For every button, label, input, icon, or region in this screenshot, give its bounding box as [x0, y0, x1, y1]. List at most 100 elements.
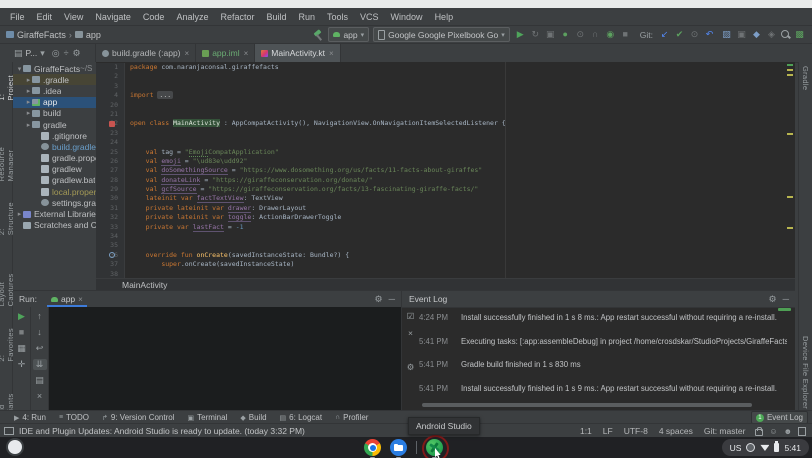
- git-update-button[interactable]: ↙: [658, 28, 671, 41]
- horizontal-scrollbar[interactable]: [422, 403, 752, 407]
- clear-all-events-icon[interactable]: ×: [408, 328, 413, 338]
- hide-panel-icon[interactable]: ─: [389, 294, 395, 305]
- tree-item-gradlew[interactable]: gradlew: [13, 164, 96, 175]
- error-stripe-mark[interactable]: [787, 74, 793, 76]
- breadcrumb-module[interactable]: app: [86, 30, 101, 40]
- mark-all-read-icon[interactable]: ☑: [407, 311, 415, 322]
- tree-item-idea[interactable]: ▸.idea: [13, 85, 96, 96]
- menu-item-code[interactable]: Code: [137, 12, 171, 22]
- scrollbar-thumb[interactable]: [778, 308, 791, 311]
- menu-item-vcs[interactable]: VCS: [354, 12, 385, 22]
- close-tab-icon[interactable]: ×: [78, 295, 83, 304]
- menu-item-view[interactable]: View: [58, 12, 89, 22]
- rerun-button[interactable]: ▶: [15, 311, 29, 322]
- event-log-settings-icon[interactable]: ⚙: [769, 294, 777, 305]
- project-tree[interactable]: ▾GiraffeFacts ~/S▸.gradle▸.idea▸app▸buil…: [13, 62, 96, 291]
- panel-settings-icon[interactable]: ⚙: [73, 48, 81, 59]
- git-rollback-button[interactable]: ↶: [703, 28, 716, 41]
- tree-item-giraffefacts[interactable]: ▾GiraffeFacts ~/S: [13, 63, 96, 74]
- close-tab-icon[interactable]: ×: [244, 49, 249, 58]
- run-console[interactable]: [49, 307, 401, 411]
- build-hammer-icon[interactable]: [312, 29, 324, 41]
- tree-item-gitignore[interactable]: .gitignore: [13, 130, 96, 141]
- tool-button-4-run[interactable]: ▶4: Run: [14, 413, 46, 422]
- git-history-button[interactable]: ⊙: [688, 28, 701, 41]
- attach-debugger-button[interactable]: ▣: [544, 28, 557, 41]
- menu-item-edit[interactable]: Edit: [31, 12, 59, 22]
- chevron-down-icon[interactable]: ▾: [40, 48, 45, 59]
- git-commit-button[interactable]: ✔: [673, 28, 686, 41]
- tree-item-local-properties[interactable]: local.properties: [13, 186, 96, 197]
- stop-button[interactable]: ■: [619, 28, 632, 41]
- tool-button-device-file-explorer[interactable]: Device File Explorer: [801, 336, 810, 409]
- tree-item-gradle-properties[interactable]: gradle.properties: [13, 153, 96, 164]
- editor-tab-build-gradle-app[interactable]: build.gradle (:app)×: [96, 44, 196, 62]
- run-config-select[interactable]: app ▾: [328, 27, 369, 42]
- tree-item-gradle[interactable]: ▸.gradle: [13, 74, 96, 85]
- menu-item-run[interactable]: Run: [293, 12, 322, 22]
- menu-item-help[interactable]: Help: [429, 12, 460, 22]
- tree-item-app[interactable]: ▸app: [13, 97, 96, 108]
- debug-button[interactable]: ●: [559, 28, 572, 41]
- tree-item-build-gradle[interactable]: build.gradle: [13, 141, 96, 152]
- memory-indicator-icon[interactable]: [798, 427, 806, 436]
- files-app-icon[interactable]: [390, 439, 407, 456]
- menu-item-refactor[interactable]: Refactor: [214, 12, 260, 22]
- soft-wrap-button[interactable]: ↩: [33, 343, 47, 354]
- highlight-level-icon[interactable]: ☺: [769, 427, 777, 436]
- system-tray[interactable]: US 5:41: [722, 439, 809, 456]
- status-4-spaces[interactable]: 4 spaces: [659, 426, 693, 436]
- device-select[interactable]: Google Google Pixelbook Go ▾: [373, 27, 510, 42]
- tool-button-gradle[interactable]: Gradle: [801, 66, 810, 90]
- tool-button-profiler[interactable]: ∩Profiler: [335, 413, 368, 422]
- menu-item-window[interactable]: Window: [385, 12, 429, 22]
- menu-item-file[interactable]: File: [4, 12, 31, 22]
- event-log-messages[interactable]: 4:24 PMInstall successfully finished in …: [419, 313, 787, 407]
- hide-event-log-icon[interactable]: ─: [783, 294, 789, 305]
- status-utf-8[interactable]: UTF-8: [624, 426, 648, 436]
- tool-button-6-logcat[interactable]: ▤6: Logcat: [280, 413, 323, 422]
- error-stripe-mark[interactable]: [787, 69, 793, 71]
- avd-manager-icon[interactable]: ◈: [765, 28, 778, 41]
- tool-button-build[interactable]: ◆Build: [240, 413, 266, 422]
- collapse-all-icon[interactable]: ÷: [64, 48, 69, 59]
- status-git-master[interactable]: Git: master: [704, 426, 746, 436]
- locate-file-icon[interactable]: ◎: [52, 48, 60, 59]
- tool-button-terminal[interactable]: ▣Terminal: [188, 413, 228, 422]
- print-button[interactable]: ▤: [33, 375, 47, 386]
- window-layout-icon[interactable]: ▨: [720, 28, 733, 41]
- search-everywhere-button[interactable]: [780, 29, 791, 40]
- device-file-explorer-icon[interactable]: ▣: [735, 28, 748, 41]
- breadcrumb-class[interactable]: MainActivity: [122, 280, 167, 290]
- down-stack-trace-button[interactable]: ↓: [33, 327, 47, 338]
- error-stripe-mark[interactable]: [787, 227, 793, 229]
- stop-process-button[interactable]: ■: [15, 327, 29, 338]
- pin-tab-button[interactable]: ✛: [15, 359, 29, 370]
- clear-console-button[interactable]: ×: [33, 391, 47, 402]
- run-button[interactable]: ▶: [514, 28, 527, 41]
- apply-changes-button[interactable]: ↻: [529, 28, 542, 41]
- profiler-button[interactable]: ∩: [589, 28, 602, 41]
- close-tab-icon[interactable]: ×: [329, 49, 334, 58]
- toggle-toolwindows-icon[interactable]: [4, 427, 14, 435]
- inspections-profile-icon[interactable]: ☻: [784, 427, 792, 436]
- android-studio-icon[interactable]: [426, 439, 443, 456]
- status-message[interactable]: IDE and Plugin Updates: Android Studio i…: [19, 426, 305, 436]
- error-stripe-mark[interactable]: [787, 196, 793, 198]
- ide-updates-icon[interactable]: ▩: [793, 28, 806, 41]
- launcher-button[interactable]: [8, 440, 22, 454]
- run-tab-app[interactable]: app ×: [47, 291, 87, 307]
- scroll-to-end-button[interactable]: ⇊: [33, 359, 47, 370]
- lock-icon[interactable]: [755, 429, 763, 436]
- up-stack-trace-button[interactable]: ↑: [33, 311, 47, 322]
- gradle-sync-icon[interactable]: ◆: [750, 28, 763, 41]
- menu-item-build[interactable]: Build: [260, 12, 292, 22]
- editor-tab-app-iml[interactable]: app.iml×: [196, 44, 255, 62]
- menu-item-tools[interactable]: Tools: [321, 12, 354, 22]
- tree-item-build[interactable]: ▸build: [13, 108, 96, 119]
- editor-tab-mainactivity-kt[interactable]: MainActivity.kt×: [255, 44, 340, 62]
- menu-item-analyze[interactable]: Analyze: [170, 12, 214, 22]
- status-lf[interactable]: LF: [603, 426, 613, 436]
- tool-button-todo[interactable]: ≡TODO: [59, 413, 89, 422]
- tree-item-gradle[interactable]: ▸gradle: [13, 119, 96, 130]
